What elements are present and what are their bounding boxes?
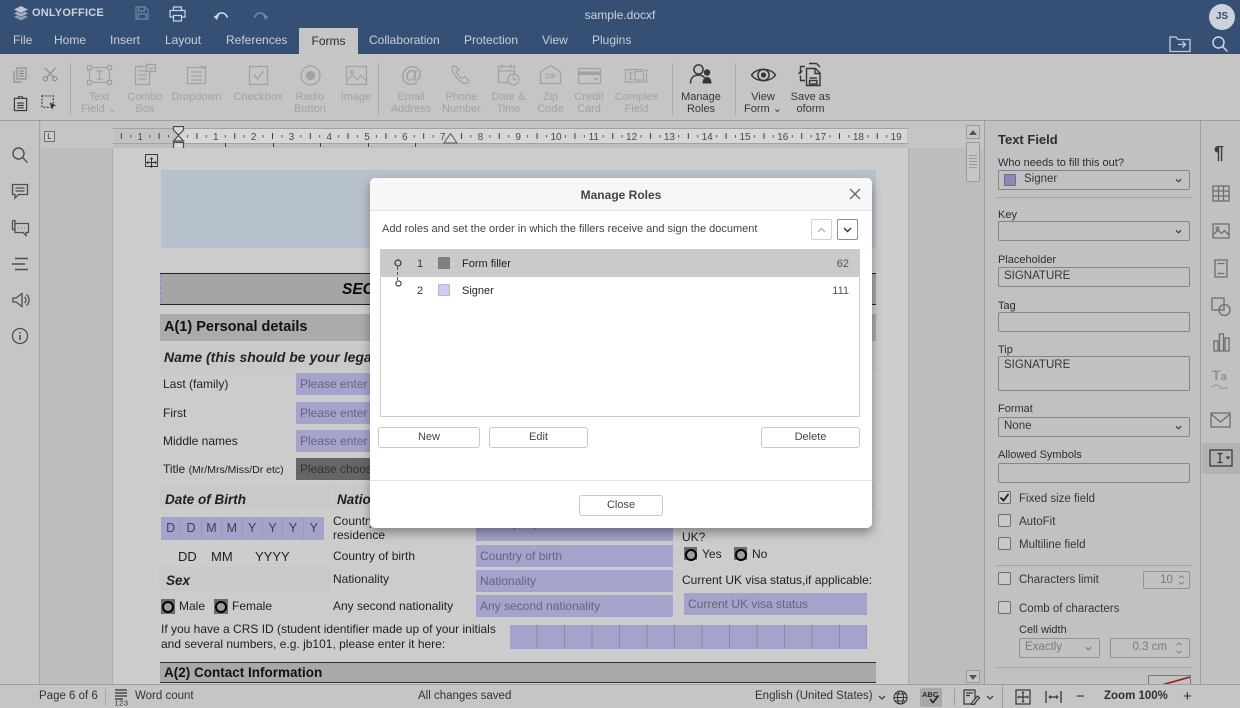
svg-text:17: 17 <box>815 132 827 143</box>
svg-text:5: 5 <box>364 132 370 143</box>
svg-text:16: 16 <box>777 132 789 143</box>
svg-text:19: 19 <box>891 132 903 143</box>
svg-text:123: 123 <box>115 699 129 707</box>
svg-text:1: 1 <box>213 132 219 143</box>
svg-text:13: 13 <box>664 132 676 143</box>
svg-text:8: 8 <box>478 132 484 143</box>
svg-text:15: 15 <box>739 132 751 143</box>
svg-text:12: 12 <box>626 132 638 143</box>
svg-text:11: 11 <box>589 132 600 143</box>
svg-text:@: @ <box>400 62 422 87</box>
svg-text:9: 9 <box>515 132 521 143</box>
svg-text:18: 18 <box>853 132 865 143</box>
svg-text:4: 4 <box>326 132 332 143</box>
svg-text:1: 1 <box>137 132 143 143</box>
svg-text:3: 3 <box>289 132 295 143</box>
svg-text:10: 10 <box>550 132 562 143</box>
svg-text:14: 14 <box>702 132 714 143</box>
svg-text:6: 6 <box>402 132 408 143</box>
svg-text:ZIP: ZIP <box>545 74 556 81</box>
svg-text:2: 2 <box>251 132 257 143</box>
